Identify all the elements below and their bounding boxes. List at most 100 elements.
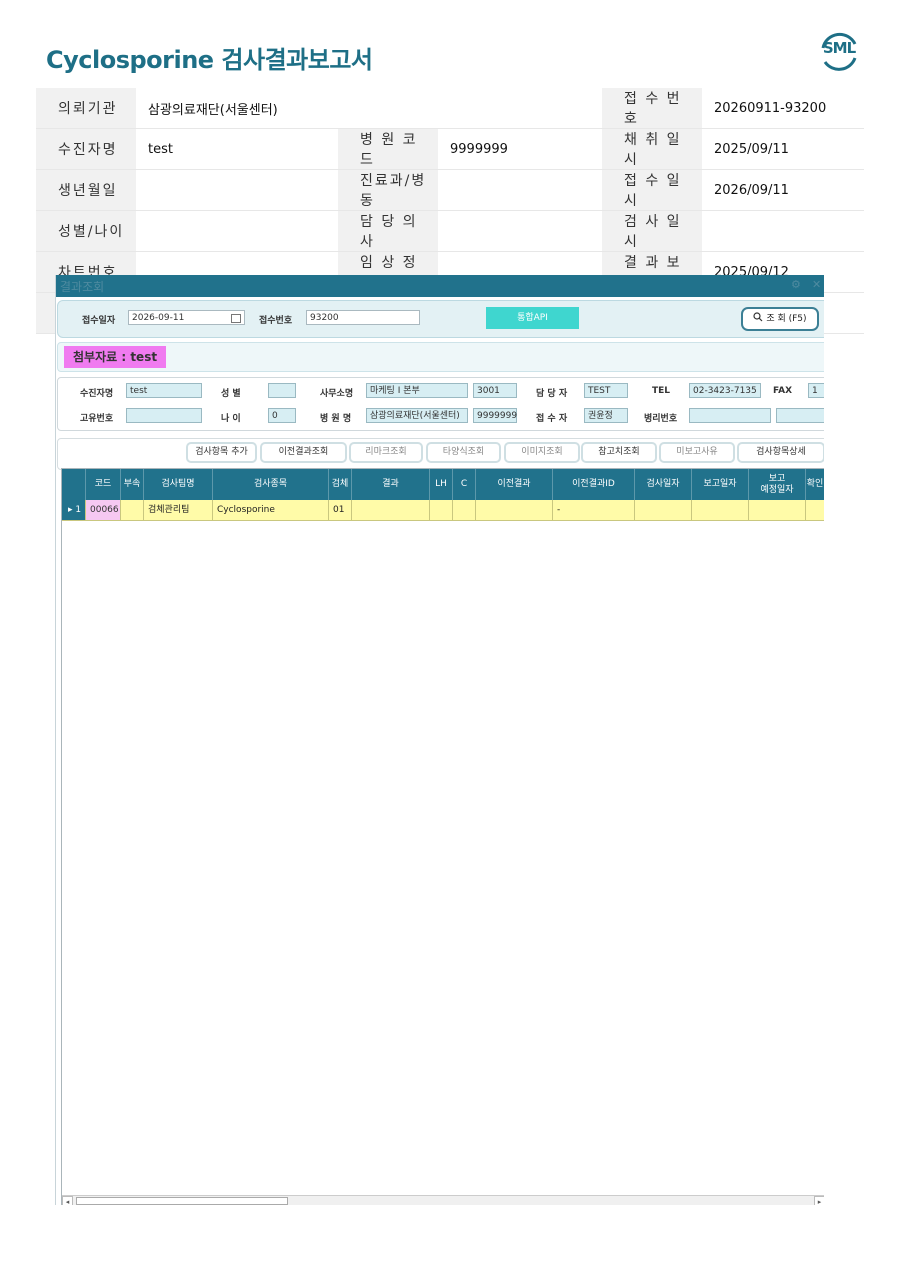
column-header[interactable]: 검사일자 xyxy=(635,469,692,500)
field-label: 채 취 일 시 xyxy=(602,128,702,170)
settings-icon[interactable]: ⚙ xyxy=(791,278,801,291)
patient-name-label: 수진자명 xyxy=(80,389,114,399)
sex-field[interactable] xyxy=(268,383,296,398)
tel-field[interactable]: 02-3423-7135 xyxy=(689,383,761,398)
fax-field[interactable]: 1 xyxy=(808,383,824,398)
header-row: 생년월일 진료과/병동 접 수 일 시 2026/09/11 xyxy=(36,169,864,211)
receiver-label: 접 수 자 xyxy=(536,414,568,424)
window-titlebar: 결과조회 ⚙ ✕ xyxy=(56,275,824,297)
patho-label: 병리번호 xyxy=(644,414,678,424)
attachment-label[interactable]: 첨부자료 : test xyxy=(64,346,167,368)
table-cell[interactable] xyxy=(352,500,430,521)
logo-text: SML xyxy=(822,39,856,57)
field-value: 9999999 xyxy=(438,128,602,170)
table-row[interactable]: ▸ 1 00066 검체관리팀 Cyclosporine 01 - xyxy=(62,500,824,521)
sml-logo: SML xyxy=(817,30,861,74)
table-cell[interactable] xyxy=(453,500,476,521)
column-header[interactable]: LH xyxy=(430,469,453,500)
report-title: Cyclosporine 검사결과보고서 xyxy=(46,46,373,74)
receiver-field[interactable]: 권윤정 xyxy=(584,408,628,423)
field-label: 접 수 일 시 xyxy=(602,169,702,211)
field-value xyxy=(438,210,602,252)
field-value xyxy=(438,169,602,211)
receipt-date-value: 2026-09-11 xyxy=(132,313,185,323)
office-field[interactable]: 마케팅 I 본부 xyxy=(366,383,468,398)
table-cell[interactable]: 01 xyxy=(329,500,352,521)
column-header[interactable]: 확인 xyxy=(806,469,824,500)
table-cell[interactable] xyxy=(430,500,453,521)
table-cell[interactable]: 검체관리팀 xyxy=(144,500,213,521)
table-cell[interactable] xyxy=(121,500,144,521)
field-value: 2025/09/11 xyxy=(702,128,864,170)
table-cell[interactable]: ▸ 1 xyxy=(62,500,86,521)
integrated-api-button[interactable]: 통합API xyxy=(486,307,579,329)
search-button[interactable]: 조 회 (F5) xyxy=(741,307,819,331)
toolbar-button-1[interactable]: 검사항목 추가 xyxy=(186,442,257,463)
column-header[interactable]: 보고일자 xyxy=(692,469,749,500)
age-field[interactable]: 0 xyxy=(268,408,296,423)
field-label: 생년월일 xyxy=(36,169,136,211)
field-value: test xyxy=(136,128,338,170)
receipt-date-label: 접수일자 xyxy=(82,316,116,326)
table-cell[interactable] xyxy=(692,500,749,521)
hospital-label: 병 원 명 xyxy=(320,414,352,424)
office-code-field[interactable]: 3001 xyxy=(473,383,517,398)
scroll-right-icon[interactable]: ▸ xyxy=(814,1196,824,1205)
field-label: 수진자명 xyxy=(36,128,136,170)
scroll-left-icon[interactable]: ◂ xyxy=(62,1196,73,1205)
toolbar-button-4[interactable]: 타양식조회 xyxy=(426,442,501,463)
column-header[interactable]: 부속 xyxy=(121,469,144,500)
column-header[interactable]: 검사종목 xyxy=(213,469,329,500)
manager-field[interactable]: TEST xyxy=(584,383,628,398)
field-label: 접 수 번 호 xyxy=(602,88,702,129)
column-header[interactable]: 이전결과ID xyxy=(553,469,635,500)
toolbar-button-2[interactable]: 이전결과조회 xyxy=(260,442,347,463)
toolbar-button-7[interactable]: 미보고사유 xyxy=(659,442,735,463)
receipt-no-label: 접수번호 xyxy=(259,316,293,326)
close-icon[interactable]: ✕ xyxy=(812,278,821,291)
patho-field-2[interactable] xyxy=(776,408,824,423)
manager-label: 담 당 자 xyxy=(536,389,568,399)
table-cell[interactable] xyxy=(476,500,553,521)
field-value: 20260911-93200 xyxy=(702,88,864,129)
search-icon xyxy=(753,312,763,322)
column-header[interactable]: 코드 xyxy=(86,469,121,500)
calendar-icon[interactable] xyxy=(231,314,241,323)
column-header[interactable] xyxy=(62,469,86,500)
uid-field[interactable] xyxy=(126,408,202,423)
attachment-bar: 첨부자료 : test xyxy=(57,342,824,372)
toolbar-button-3[interactable]: 리마크조회 xyxy=(349,442,423,463)
table-cell[interactable] xyxy=(749,500,806,521)
receipt-no-input[interactable]: 93200 xyxy=(306,310,420,325)
patient-name-field[interactable]: test xyxy=(126,383,202,398)
column-header[interactable]: 검체 xyxy=(329,469,352,500)
column-header[interactable]: 결과 xyxy=(352,469,430,500)
table-cell[interactable] xyxy=(806,500,824,521)
uid-label: 고유번호 xyxy=(80,414,114,424)
hospital-field[interactable]: 삼광의료재단(서울센터) xyxy=(366,408,468,423)
result-window: 결과조회 ⚙ ✕ 접수일자 2026-09-11 접수번호 93200 통합AP… xyxy=(55,275,824,1205)
field-label: 병 원 코 드 xyxy=(338,128,438,170)
field-label: 진료과/병동 xyxy=(338,169,438,211)
patho-field[interactable] xyxy=(689,408,771,423)
table-cell[interactable]: Cyclosporine xyxy=(213,500,329,521)
receipt-date-input[interactable]: 2026-09-11 xyxy=(128,310,245,325)
hospital-code-field[interactable]: 9999999 xyxy=(473,408,517,423)
patient-info-panel: 수진자명 test 성 별 사무소명 마케팅 I 본부 3001 담 당 자 T… xyxy=(57,377,824,431)
column-header[interactable]: 보고 예정일자 xyxy=(749,469,806,500)
table-cell[interactable] xyxy=(635,500,692,521)
header-row: 수진자명 test 병 원 코 드 9999999 채 취 일 시 2025/09/11 xyxy=(36,128,864,170)
table-cell[interactable]: 00066 xyxy=(86,500,121,521)
header-row: 성별/나이 담 당 의 사 검 사 일 시 xyxy=(36,210,864,252)
age-label: 나 이 xyxy=(221,414,241,424)
toolbar-button-8[interactable]: 검사항목상세 xyxy=(737,442,824,463)
column-header[interactable]: 검사팀명 xyxy=(144,469,213,500)
toolbar-button-6[interactable]: 참고치조회 xyxy=(581,442,657,463)
toolbar-button-5[interactable]: 이미지조회 xyxy=(504,442,580,463)
tel-label: TEL xyxy=(652,386,671,396)
scroll-thumb[interactable] xyxy=(76,1197,288,1205)
column-header[interactable]: 이전결과 xyxy=(476,469,553,500)
column-header[interactable]: C xyxy=(453,469,476,500)
horizontal-scrollbar[interactable]: ◂ ▸ xyxy=(62,1195,824,1205)
table-cell[interactable]: - xyxy=(553,500,635,521)
